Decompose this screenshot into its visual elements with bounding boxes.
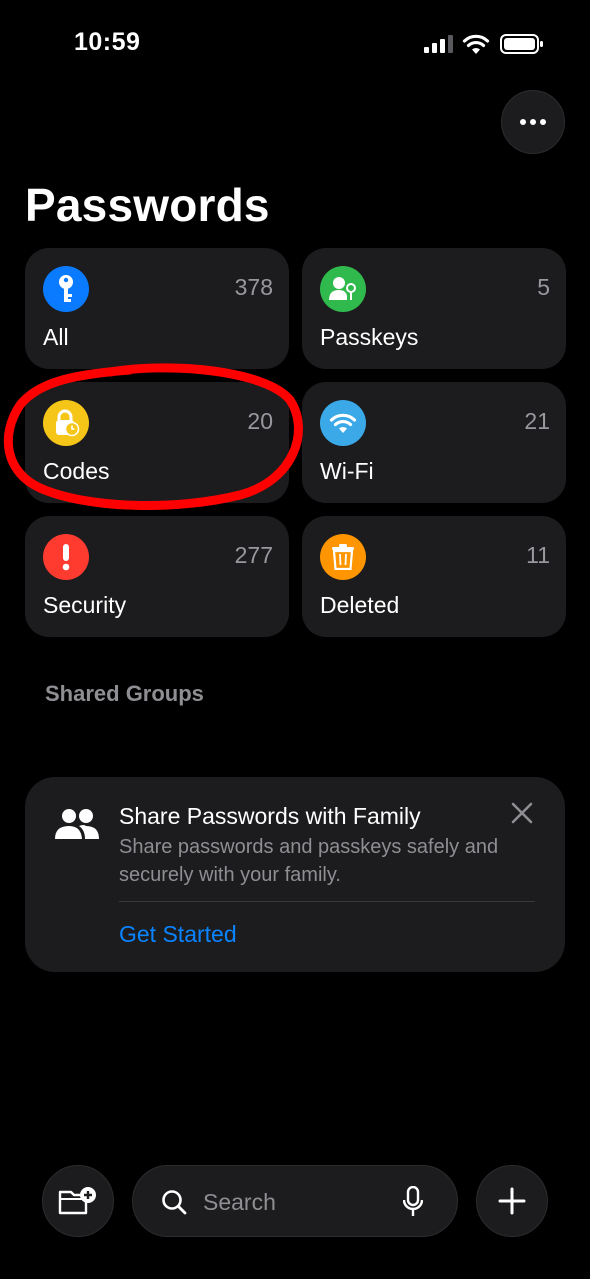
tile-label: Security [43,592,127,618]
tile-deleted[interactable]: 11 Deleted [302,516,566,637]
share-card-description: Share passwords and passkeys safely and … [119,836,499,886]
share-card-title: Share Passwords with Family [119,803,421,829]
tile-count: 378 [234,274,273,300]
ellipsis-icon [520,119,546,125]
tile-all[interactable]: 378 All [25,248,289,369]
tile-wifi[interactable]: 21 Wi-Fi [302,382,566,503]
lock-clock-icon [43,400,89,446]
plus-icon [498,1187,526,1215]
get-started-link[interactable]: Get Started [119,921,237,948]
tile-count: 5 [537,274,550,300]
tile-count: 277 [234,542,273,568]
tile-passkeys[interactable]: 5 Passkeys [302,248,566,369]
key-icon [43,266,89,312]
close-icon[interactable] [510,801,534,825]
person-key-icon [320,266,366,312]
tile-codes[interactable]: 20 Codes [25,382,289,503]
tile-label: All [43,324,69,350]
search-bar[interactable] [132,1165,458,1237]
share-family-card: Share Passwords with Family Share passwo… [25,777,565,972]
divider [119,901,535,902]
status-time: 10:59 [74,28,141,56]
tile-count: 21 [524,408,550,434]
microphone-icon[interactable] [403,1186,423,1218]
tile-label: Passkeys [320,324,419,350]
folder-add-icon [58,1187,96,1215]
tile-label: Codes [43,458,110,484]
tile-label: Wi-Fi [320,458,374,484]
search-input[interactable] [201,1180,385,1224]
people-icon [55,809,99,839]
wifi-status-icon [462,34,490,54]
tile-label: Deleted [320,592,400,618]
add-button[interactable] [476,1165,548,1237]
tile-count: 20 [247,408,273,434]
more-options-button[interactable] [501,90,565,154]
new-group-button[interactable] [42,1165,114,1237]
page-title: Passwords [25,179,270,231]
tile-security[interactable]: 277 Security [25,516,289,637]
tile-count: 11 [526,542,550,568]
search-icon [162,1190,187,1215]
battery-icon [500,34,543,54]
wifi-icon [320,400,366,446]
trash-icon [320,534,366,580]
section-shared-groups: Shared Groups [45,681,204,706]
exclamation-icon [43,534,89,580]
cellular-signal-icon [424,35,453,53]
